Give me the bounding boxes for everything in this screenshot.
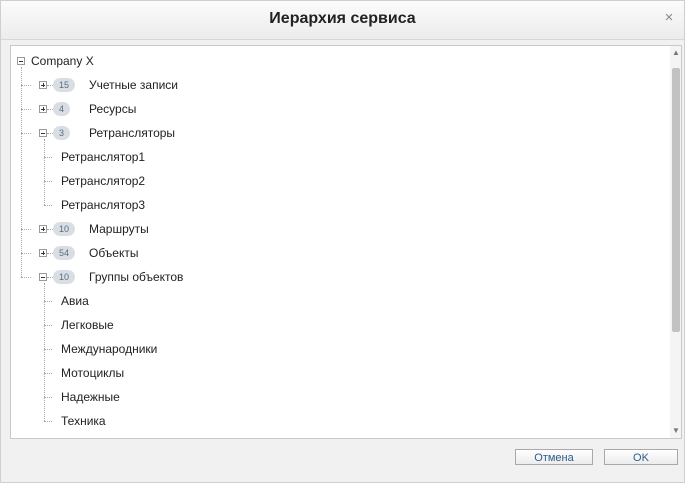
tree-node-label: Ресурсы [89, 102, 137, 116]
dialog-titlebar: Иерархия сервиса × [1, 1, 684, 40]
cancel-button[interactable]: Отмена [515, 449, 593, 465]
tree-leaf-label: Ретранслятор2 [61, 174, 146, 188]
tree-root-line [21, 67, 22, 277]
tree-node-label: Группы объектов [89, 270, 184, 284]
tree-connector [44, 325, 52, 326]
count-badge: 3 [53, 126, 71, 140]
count-badge: 15 [53, 78, 76, 92]
tree-connector [44, 157, 52, 158]
dialog-title: Иерархия сервиса [269, 10, 416, 27]
tree-connector [21, 85, 31, 86]
tree-branch-line [44, 283, 45, 421]
tree-leaf-label: Ретранслятор3 [61, 198, 146, 212]
tree-branch-line [44, 139, 45, 205]
count-badge: 10 [53, 222, 76, 236]
expand-icon[interactable] [39, 249, 47, 257]
tree-connector [44, 349, 52, 350]
expand-icon[interactable] [39, 105, 47, 113]
ok-button[interactable]: OK [604, 449, 678, 465]
tree-node-label: Объекты [89, 246, 139, 260]
tree-connector [44, 205, 52, 206]
service-hierarchy-dialog: Иерархия сервиса × Company X 15 Учетные за… [0, 0, 685, 483]
tree-connector [44, 397, 52, 398]
tree-leaf-label: Международники [61, 342, 158, 356]
tree-leaf-label: Ретранслятор1 [61, 150, 146, 164]
tree-connector [21, 133, 31, 134]
close-icon[interactable]: × [662, 10, 676, 25]
tree-connector [44, 181, 52, 182]
tree-root-label: Company X [31, 54, 94, 68]
count-badge: 4 [53, 102, 71, 116]
tree-connector [44, 301, 52, 302]
tree-connector [21, 253, 31, 254]
scrollbar-thumb[interactable] [672, 68, 680, 332]
tree-connector [44, 373, 52, 374]
collapse-icon[interactable] [17, 57, 25, 65]
tree-leaf-label: Легковые [61, 318, 114, 332]
tree-leaf-label: Надежные [61, 390, 120, 404]
tree-connector [44, 421, 52, 422]
tree-node-label: Ретрансляторы [89, 126, 176, 140]
count-badge: 10 [53, 270, 76, 284]
tree-connector [21, 277, 31, 278]
tree-connector [21, 109, 31, 110]
expand-icon[interactable] [39, 81, 47, 89]
collapse-icon[interactable] [39, 273, 47, 281]
tree-leaf-label: Техника [61, 414, 106, 428]
scroll-up-icon[interactable]: ▲ [670, 46, 681, 60]
tree-node-label: Маршруты [89, 222, 149, 236]
tree-node-label: Учетные записи [89, 78, 178, 92]
collapse-icon[interactable] [39, 129, 47, 137]
tree-scrollbar[interactable]: ▲ ▼ [670, 46, 681, 438]
expand-icon[interactable] [39, 225, 47, 233]
hierarchy-tree: Company X 15 Учетные записи 4 Ресурсы 3 Ретран… [10, 45, 682, 439]
tree-connector [21, 229, 31, 230]
tree-leaf-label: Авиа [61, 294, 89, 308]
count-badge: 54 [53, 246, 76, 260]
tree-leaf-label: Мотоциклы [61, 366, 125, 380]
scroll-down-icon[interactable]: ▼ [670, 424, 681, 438]
